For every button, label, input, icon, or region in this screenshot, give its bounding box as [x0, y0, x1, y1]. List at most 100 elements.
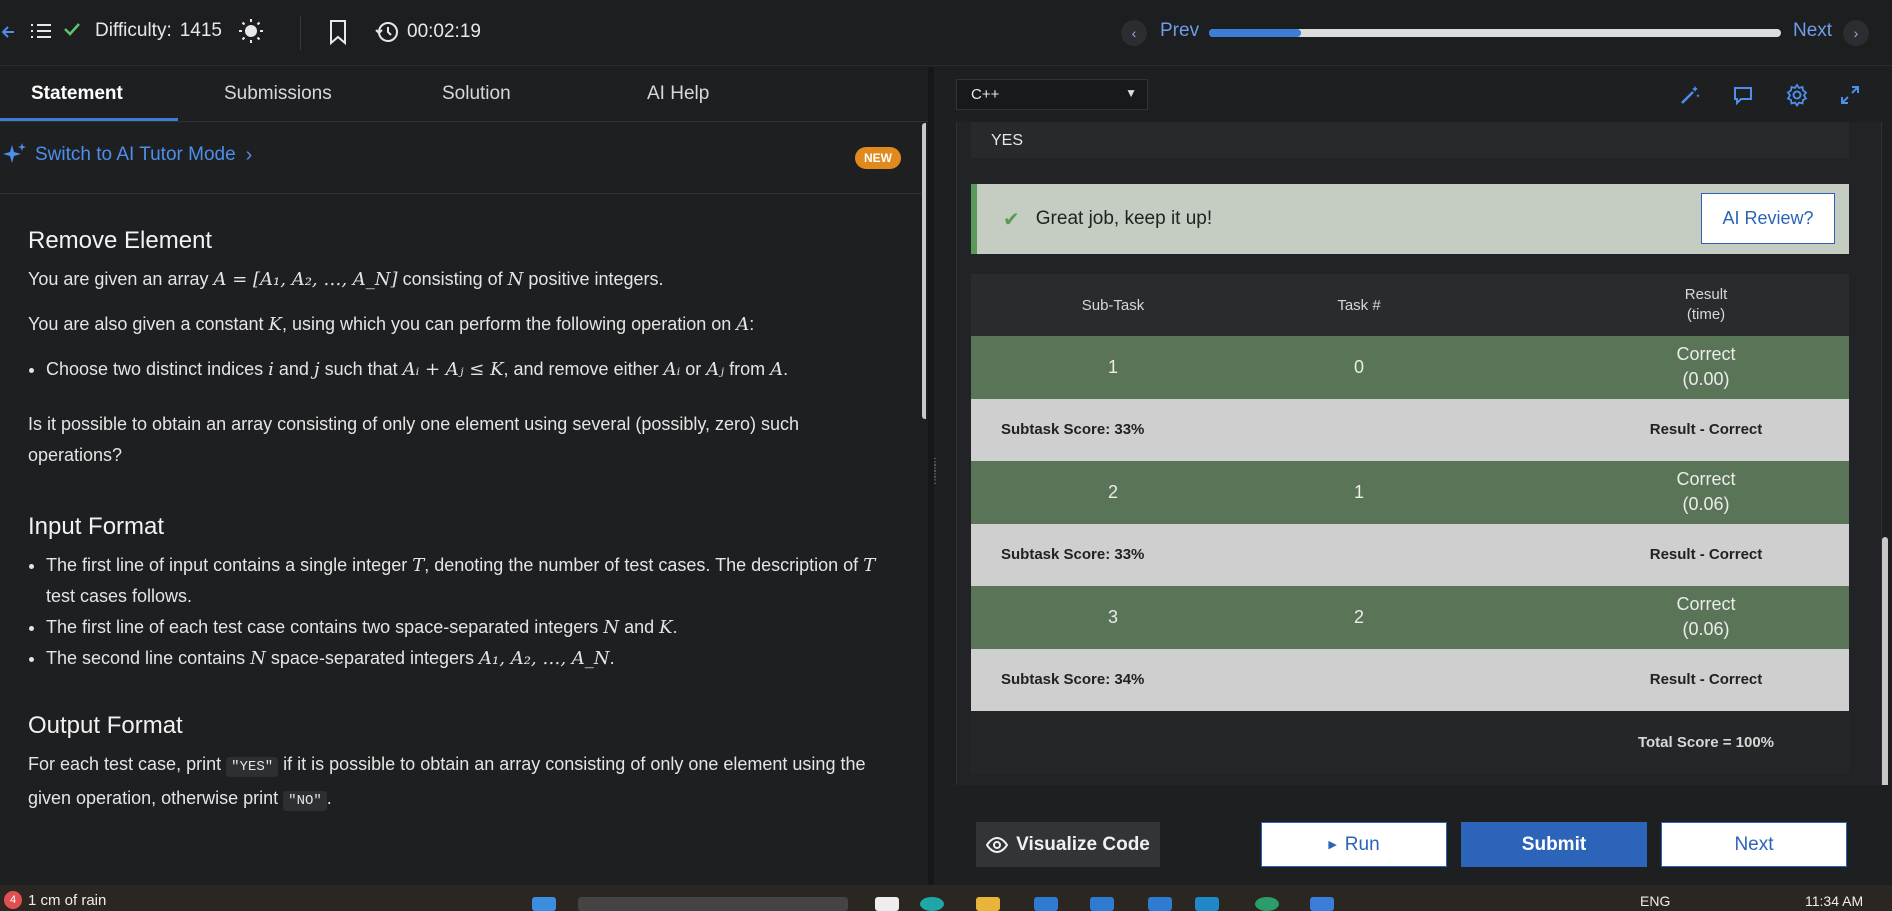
table-row: 1 0 Correct (0.00): [971, 336, 1849, 399]
ai-tutor-mode-link[interactable]: Switch to AI Tutor Mode ›: [0, 141, 252, 169]
math-sequence: A₁, A₂, …, A_N: [479, 648, 610, 669]
result-value: Correct: [1676, 344, 1736, 365]
tab-statement[interactable]: Statement: [31, 83, 123, 105]
problem-list-icon[interactable]: [30, 20, 52, 42]
success-banner: ✔ Great job, keep it up! AI Review?: [971, 184, 1849, 254]
text: , and remove either: [503, 359, 659, 379]
fullscreen-expand-icon[interactable]: [1836, 81, 1864, 109]
results-table: Sub-Task Task # Result (time) 1 0 Correc…: [971, 274, 1849, 774]
taskbar-app-icon[interactable]: [1034, 897, 1058, 911]
text: You are given an array: [28, 269, 209, 289]
text: The first line of each test case contain…: [46, 617, 599, 637]
left-scrollbar[interactable]: [922, 123, 926, 419]
prev-button[interactable]: Prev: [1160, 20, 1199, 42]
input-language[interactable]: ENG: [1640, 893, 1670, 909]
taskbar-app-icon[interactable]: [1090, 897, 1114, 911]
next-problem-button[interactable]: Next: [1793, 20, 1832, 42]
subtask-score: Subtask Score: 33%: [1001, 546, 1145, 564]
subtask-score: Subtask Score: 33%: [1001, 421, 1145, 439]
math-k: K: [268, 314, 282, 335]
right-scrollbar[interactable]: [1882, 537, 1888, 801]
subtask-result: Result - Correct: [1649, 421, 1763, 439]
next-chevron-icon[interactable]: ›: [1843, 20, 1869, 46]
math-k: K: [659, 617, 673, 638]
taskbar-search-box[interactable]: [578, 897, 848, 911]
language-select[interactable]: C++ ▼: [956, 79, 1148, 110]
output-format-title: Output Format: [28, 712, 183, 739]
timer[interactable]: 00:02:19: [375, 20, 481, 44]
play-icon: ▶: [1328, 839, 1337, 851]
input-format-title: Input Format: [28, 513, 165, 540]
output-format-paragraph: For each test case, print "YES" if it is…: [28, 749, 888, 817]
submit-button[interactable]: Submit: [1461, 822, 1647, 867]
math-n: N: [603, 617, 620, 638]
back-arrow-icon[interactable]: [2, 19, 16, 45]
file-explorer-icon[interactable]: [976, 897, 1000, 911]
result-value: Correct: [1676, 469, 1736, 490]
math-a: A: [736, 314, 750, 335]
taskbar-app-icon[interactable]: [875, 897, 899, 911]
ai-review-button[interactable]: AI Review?: [1701, 193, 1835, 244]
magic-wand-icon[interactable]: [1676, 81, 1704, 109]
subtask-score-row: Subtask Score: 33% Result - Correct: [971, 523, 1849, 586]
progress-fill: [1209, 29, 1301, 37]
difficulty-value: 1415: [179, 20, 223, 41]
task-cell: 2: [1353, 606, 1364, 627]
history-clock-icon: [375, 22, 398, 42]
tab-submissions[interactable]: Submissions: [224, 83, 332, 105]
subtask-result: Result - Correct: [1649, 546, 1763, 564]
editor-results-pane: C++ ▼ YES ✔ Great job, keep it up! AI Re…: [936, 67, 1892, 885]
paragraph-constant: You are also given a constant K, using w…: [28, 309, 888, 340]
math-a: A: [770, 359, 784, 380]
next-button[interactable]: Next: [1661, 822, 1847, 867]
math-t: T: [412, 555, 425, 576]
text: positive integers.: [528, 269, 664, 289]
settings-gear-icon[interactable]: [1783, 81, 1811, 109]
text: The first line of input contains a singl…: [46, 555, 408, 575]
taskbar-app-icon[interactable]: [920, 897, 944, 911]
list-item: Choose two distinct indices i and j such…: [46, 354, 888, 385]
text: The second line contains: [46, 648, 246, 668]
result-cell: Correct (0.06): [1563, 592, 1849, 642]
subtask-score-row: Subtask Score: 34% Result - Correct: [971, 648, 1849, 711]
problem-content: Remove Element You are given an array A …: [28, 225, 888, 831]
text: .: [326, 788, 332, 808]
tab-ai-help[interactable]: AI Help: [647, 83, 709, 105]
visualize-code-button[interactable]: Visualize Code: [976, 822, 1160, 867]
subtask-cell: 1: [1107, 356, 1118, 377]
text: space-separated integers: [270, 648, 475, 668]
tab-solution[interactable]: Solution: [442, 83, 511, 105]
text: .: [783, 359, 789, 379]
text: Choose two distinct indices: [46, 359, 264, 379]
prev-chevron-icon[interactable]: ‹: [1121, 20, 1147, 46]
result-cell: Correct (0.06): [1563, 467, 1849, 517]
action-bar: Visualize Code ▶ Run Submit Next: [936, 785, 1892, 885]
text: , using which you can perform the follow…: [281, 314, 732, 334]
taskbar-app-icon[interactable]: [1310, 897, 1334, 911]
weather-text: 1 cm of rain: [28, 891, 107, 909]
run-label: Run: [1344, 833, 1380, 855]
list-item: The second line contains N space-separat…: [46, 643, 888, 674]
visualize-code-label: Visualize Code: [1016, 833, 1150, 855]
run-button[interactable]: ▶ Run: [1261, 822, 1447, 867]
mail-icon[interactable]: [1148, 897, 1172, 911]
problem-progress-bar: [1209, 29, 1781, 37]
success-check-icon: ✔: [1003, 208, 1020, 231]
top-bar: Difficulty: 1415 00:02:19 ‹ Prev Next ›: [0, 0, 1892, 66]
text: and: [278, 359, 309, 379]
windows-start-icon[interactable]: [532, 897, 556, 911]
subtask-score-row: Subtask Score: 33% Result - Correct: [971, 398, 1849, 461]
chat-icon[interactable]: [1729, 81, 1757, 109]
theme-toggle-sun-icon[interactable]: [238, 18, 264, 44]
clock[interactable]: 11:34 AM: [1805, 893, 1863, 909]
problem-title: Remove Element: [28, 227, 213, 254]
header-result: Result (time): [1563, 285, 1849, 325]
caret-down-icon: ▼: [1125, 86, 1137, 100]
weather-widget[interactable]: 4 1 cm of rain: [4, 891, 106, 909]
code-no: "NO": [283, 791, 327, 811]
paragraph-array: You are given an array A = [A₁, A₂, …, A…: [28, 264, 888, 295]
taskbar-app-icon[interactable]: [1195, 897, 1219, 911]
active-tab-indicator: [0, 118, 178, 121]
taskbar-app-icon[interactable]: [1255, 897, 1279, 911]
bookmark-icon[interactable]: [328, 19, 348, 45]
